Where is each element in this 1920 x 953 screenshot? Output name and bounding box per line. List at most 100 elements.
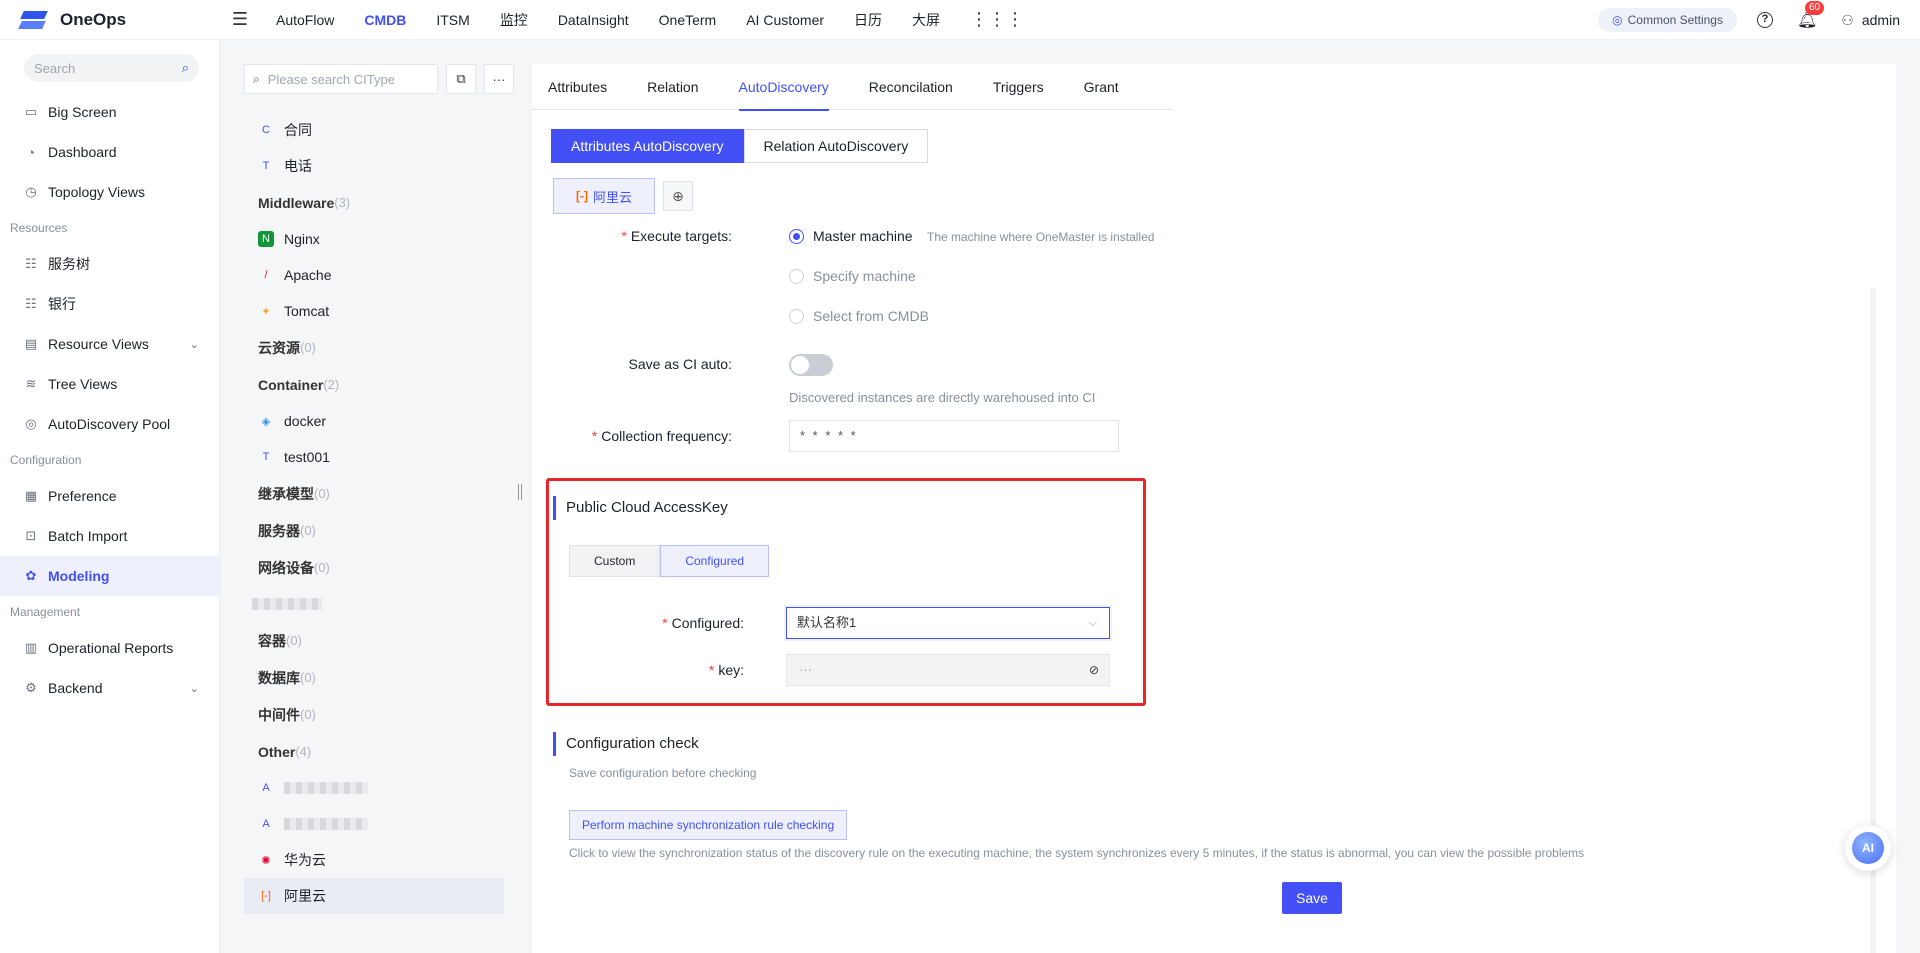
nav-cmdb[interactable]: CMDB bbox=[364, 12, 406, 28]
provider-tag-aliyun[interactable]: [-] 阿里云 bbox=[553, 178, 655, 214]
sidebar-item-service-tree[interactable]: ☷ 服务树 bbox=[0, 244, 219, 284]
citype-search-input[interactable]: ⌕ Please search CIType bbox=[244, 64, 438, 94]
save-as-ci-toggle[interactable] bbox=[789, 354, 833, 376]
tree-item[interactable]: T 电话 bbox=[244, 148, 504, 184]
monitor-icon: ▭ bbox=[24, 104, 38, 119]
tree-item-label: Tomcat bbox=[284, 303, 330, 319]
master-machine-hint: The machine where OneMaster is installed bbox=[927, 230, 1155, 244]
nav-big-screen[interactable]: 大屏 bbox=[912, 10, 940, 30]
tab-grant[interactable]: Grant bbox=[1068, 64, 1135, 110]
sidebar-item-bank[interactable]: ☷ 银行 bbox=[0, 284, 219, 324]
user-menu[interactable]: ⚇ admin bbox=[1841, 12, 1900, 29]
key-password-input[interactable]: ··· ⊘ bbox=[786, 654, 1110, 686]
tab-attributes[interactable]: Attributes bbox=[532, 64, 623, 110]
notification-bell-icon[interactable]: 🔔︎ 60 bbox=[1797, 1, 1825, 30]
tree-group[interactable]: Other (4) bbox=[244, 733, 504, 770]
tree-item[interactable]: C 合同 bbox=[244, 112, 504, 148]
nav-ai-customer[interactable]: AI Customer bbox=[746, 12, 824, 28]
eye-hidden-icon[interactable]: ⊘ bbox=[1089, 655, 1099, 685]
tree-group[interactable]: 服务器 (0) bbox=[244, 512, 504, 549]
more-options-button[interactable]: ··· bbox=[484, 64, 514, 94]
sidebar-item-preference[interactable]: ▦ Preference bbox=[0, 476, 219, 516]
aliyun-icon: [-] bbox=[261, 890, 271, 902]
sidebar-search-input[interactable]: Search ⌕ bbox=[24, 54, 199, 82]
tab-reconcilation[interactable]: Reconcilation bbox=[853, 64, 969, 110]
apps-grid-icon[interactable]: ⋮⋮⋮ bbox=[970, 9, 1024, 30]
tree-group[interactable]: 继承模型 (0) bbox=[244, 475, 504, 512]
tab-relation[interactable]: Relation bbox=[631, 64, 714, 110]
notification-badge: 60 bbox=[1804, 1, 1825, 15]
save-button[interactable]: Save bbox=[1282, 882, 1342, 914]
configured-select[interactable]: 默认名称1 ⌵ bbox=[786, 607, 1110, 639]
perform-sync-check-button[interactable]: Perform machine synchronization rule che… bbox=[569, 810, 848, 840]
sidebar-item-operational-reports[interactable]: ▥ Operational Reports bbox=[0, 628, 219, 668]
tree-item[interactable]: / Apache bbox=[244, 257, 504, 293]
relation-autodiscovery-button[interactable]: Relation AutoDiscovery bbox=[743, 129, 929, 163]
sidebar-item-label: Big Screen bbox=[48, 104, 117, 120]
attributes-autodiscovery-button[interactable]: Attributes AutoDiscovery bbox=[551, 129, 744, 163]
text-type-icon: T bbox=[262, 160, 270, 172]
tree-group[interactable]: 中间件 (0) bbox=[244, 696, 504, 733]
dashboard-icon: ◔ bbox=[27, 144, 35, 160]
tab-autodiscovery[interactable]: AutoDiscovery bbox=[723, 64, 845, 111]
huawei-cloud-icon: ✺ bbox=[261, 854, 271, 867]
sidebar-item-big-screen[interactable]: ▭ Big Screen bbox=[0, 92, 219, 132]
nav-autoflow[interactable]: AutoFlow bbox=[276, 12, 334, 28]
sidebar-item-topology-views[interactable]: ◷ Topology Views bbox=[0, 172, 219, 212]
accesskey-custom-button[interactable]: Custom bbox=[569, 545, 661, 577]
tree-toolbar: ⌕ Please search CIType ⧉ ··· bbox=[244, 64, 514, 94]
tree-item[interactable]: ✦ Tomcat bbox=[244, 293, 504, 329]
nav-datainsight[interactable]: DataInsight bbox=[558, 12, 629, 28]
sidebar-item-label: Backend bbox=[48, 680, 103, 696]
tab-triggers[interactable]: Triggers bbox=[977, 64, 1060, 110]
save-as-ci-label: Save as CI auto: bbox=[628, 356, 732, 372]
menu-collapse-icon[interactable]: ☰ bbox=[230, 9, 250, 30]
apache-feather-icon: / bbox=[264, 269, 268, 281]
tree-group[interactable]: 数据库 (0) bbox=[244, 659, 504, 696]
tree-group[interactable]: Middleware (3) bbox=[244, 184, 504, 221]
common-settings-button[interactable]: ◎ Common Settings bbox=[1598, 8, 1737, 32]
tree-group[interactable]: Container (2) bbox=[244, 366, 504, 403]
tree-group[interactable]: 网络设备 (0) bbox=[244, 549, 504, 586]
aliyun-icon: [-] bbox=[575, 189, 588, 203]
panel-resize-handle[interactable] bbox=[518, 484, 522, 500]
tree-item[interactable]: A bbox=[244, 806, 504, 842]
tree-group-label: Other bbox=[258, 743, 296, 760]
tree-item[interactable]: ✺ 华为云 bbox=[244, 842, 504, 878]
sidebar-item-backend[interactable]: ⚙ Backend ⌄ bbox=[0, 668, 219, 708]
radio-master-machine[interactable]: Master machine bbox=[789, 228, 913, 244]
radio-select-from-cmdb[interactable]: Select from CMDB bbox=[789, 308, 929, 324]
ai-assistant-button[interactable]: AI bbox=[1845, 825, 1891, 871]
collection-frequency-input[interactable]: * * * * * bbox=[789, 420, 1119, 452]
sidebar-item-dashboard[interactable]: ◔ Dashboard bbox=[0, 132, 219, 172]
discovery-icon: ◎ bbox=[25, 416, 37, 431]
tree-item[interactable]: [-] 阿里云 bbox=[244, 878, 504, 914]
tree-item[interactable] bbox=[244, 586, 504, 622]
nav-calendar[interactable]: 日历 bbox=[854, 10, 882, 30]
sidebar-item-batch-import[interactable]: ⊡ Batch Import bbox=[0, 516, 219, 556]
nav-oneterm[interactable]: OneTerm bbox=[659, 12, 717, 28]
sidebar-item-modeling[interactable]: ✿ Modeling bbox=[0, 556, 219, 596]
sidebar-item-tree-views[interactable]: ≋ Tree Views bbox=[0, 364, 219, 404]
tree-item[interactable]: ◈ docker bbox=[244, 403, 504, 439]
help-icon[interactable]: ? bbox=[1756, 12, 1773, 28]
text-type-icon: T bbox=[262, 451, 270, 463]
add-discovery-button[interactable]: ⊕ bbox=[663, 181, 693, 211]
tree-item[interactable]: Ttest001 bbox=[244, 439, 504, 475]
app-logo[interactable]: OneOps bbox=[0, 9, 220, 31]
tree-group[interactable]: 云资源 (0) bbox=[244, 329, 504, 366]
sidebar-group-resources: Resources bbox=[10, 221, 68, 235]
tree-structure-button[interactable]: ⧉ bbox=[446, 64, 476, 94]
tree-group[interactable]: 容器 (0) bbox=[244, 622, 504, 659]
search-icon[interactable]: ⌕ bbox=[182, 60, 189, 76]
tree-item[interactable]: N Nginx bbox=[244, 221, 504, 257]
collection-frequency-label: * Collection frequency: bbox=[591, 428, 732, 444]
nav-monitoring[interactable]: 监控 bbox=[500, 10, 528, 30]
sidebar-item-resource-views[interactable]: ▤ Resource Views ⌄ bbox=[0, 324, 219, 364]
sidebar-item-autodiscovery-pool[interactable]: ◎ AutoDiscovery Pool bbox=[0, 404, 219, 444]
config-check-title: Configuration check bbox=[553, 732, 699, 756]
accesskey-configured-button[interactable]: Configured bbox=[660, 545, 770, 577]
tree-item[interactable]: A bbox=[244, 770, 504, 806]
radio-specify-machine[interactable]: Specify machine bbox=[789, 268, 916, 284]
nav-itsm[interactable]: ITSM bbox=[436, 12, 469, 28]
